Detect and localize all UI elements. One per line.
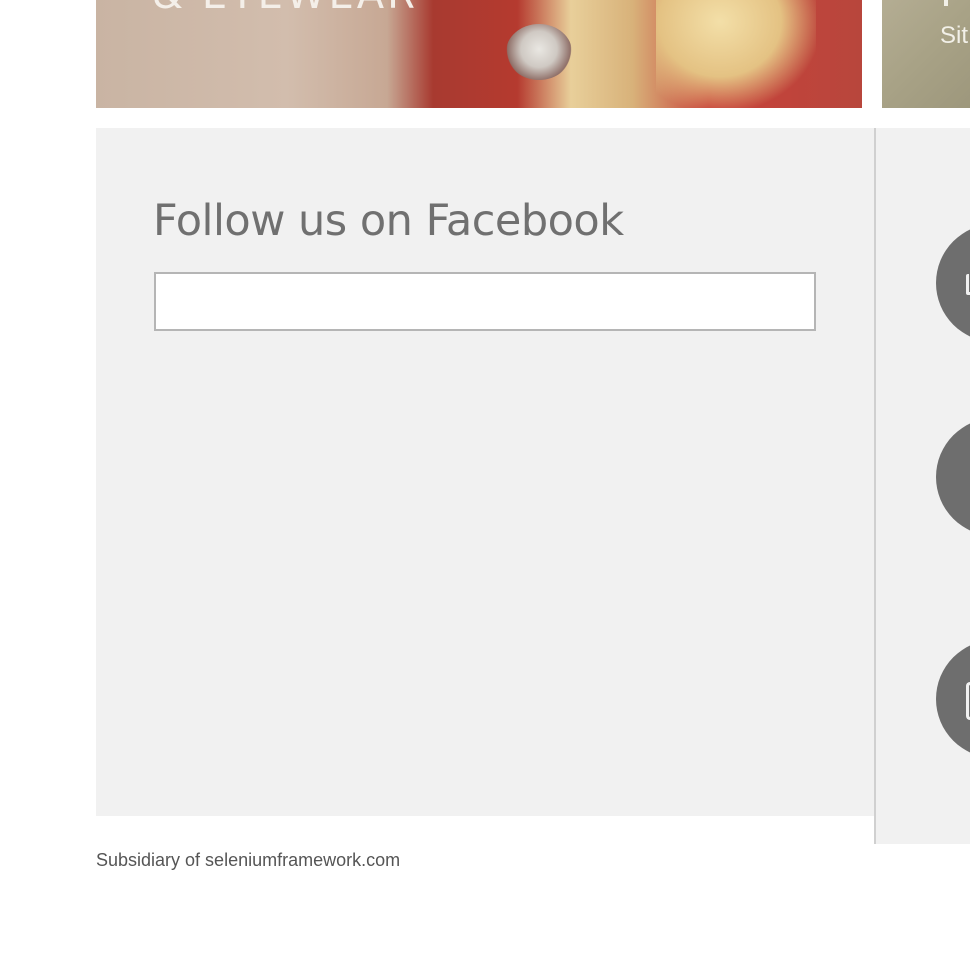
banner-watch-image xyxy=(506,24,572,80)
facebook-embed-frame[interactable] xyxy=(154,272,816,331)
side-banner-caption: Sit xyxy=(940,22,969,49)
footer-subsidiary-text: Subsidiary of seleniumframework.com xyxy=(96,850,401,870)
banner-model-image xyxy=(656,0,816,108)
location-icon[interactable] xyxy=(936,418,970,536)
eyewear-banner[interactable]: & EYEWEAR xyxy=(96,0,862,108)
side-banner-mark xyxy=(944,0,948,6)
contact-sidebar xyxy=(874,128,970,844)
side-banner[interactable]: Sit xyxy=(882,0,970,108)
calendar-icon-glyph xyxy=(966,682,970,720)
facebook-widget-title: Follow us on Facebook xyxy=(153,196,624,246)
page: & EYEWEAR Sit Follow us on Facebook Subs… xyxy=(0,0,970,970)
contact-icon-glyph xyxy=(966,274,970,295)
calendar-icon[interactable] xyxy=(936,640,970,758)
facebook-widget: Follow us on Facebook xyxy=(96,128,874,816)
banner-caption: & EYEWEAR xyxy=(152,0,418,18)
contact-icon[interactable] xyxy=(936,224,970,342)
